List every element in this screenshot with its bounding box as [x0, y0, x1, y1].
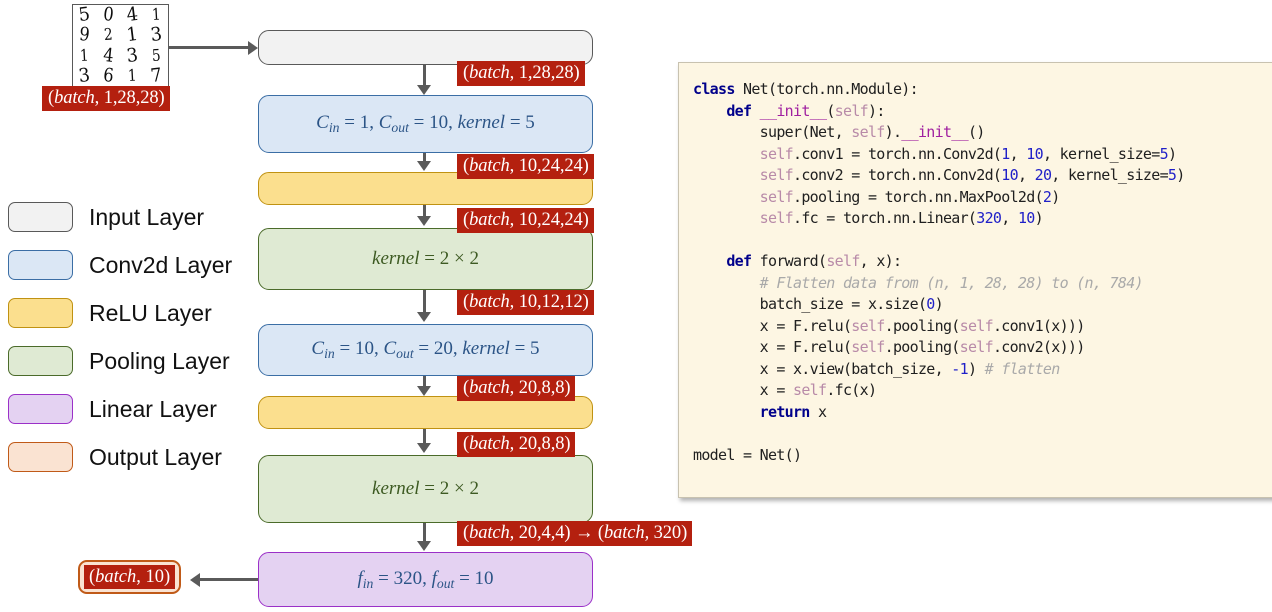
node-label: Cin = 1, Cout = 10, kernel = 5: [316, 112, 535, 135]
arrow-pool2-to-linear: [423, 523, 426, 543]
tag-shape-relu1-out: (batch, 10,24,24): [457, 208, 594, 233]
arrow-head-icon: [190, 572, 200, 587]
diagram-canvas: 5 0 4 1 9 2 1 3 1 4 3 5 3 6 1 7 (batch, …: [0, 0, 1272, 612]
arrow-head-icon: [417, 85, 431, 95]
code-panel[interactable]: class Net(torch.nn.Module): def __init__…: [678, 62, 1272, 498]
arrow-head-icon: [248, 40, 258, 55]
mnist-digit: 4: [102, 44, 115, 68]
tag-shape-flatten: (batch, 20,4,4) → (batch, 320): [457, 521, 693, 546]
legend-label: ReLU Layer: [89, 299, 212, 326]
mnist-digit-grid: 5 0 4 1 9 2 1 3 1 4 3 5 3 6 1 7: [72, 3, 169, 88]
mnist-digit: 5: [151, 46, 161, 66]
legend-label: Conv2d Layer: [89, 251, 233, 278]
mnist-digit: 2: [103, 25, 114, 45]
legend-item-input-layer: Input Layer: [8, 193, 258, 241]
tag-shape-relu2-out: (batch, 20,8,8): [457, 432, 576, 457]
legend-label: Output Layer: [89, 443, 222, 470]
arrow-mnist-to-input: [169, 46, 249, 49]
tag-shape-conv1-out: (batch, 10,24,24): [457, 154, 594, 179]
node-conv2d-1[interactable]: Cin = 1, Cout = 10, kernel = 5: [258, 95, 593, 153]
mnist-digit: 3: [77, 64, 92, 88]
node-input-layer[interactable]: [258, 30, 593, 65]
legend-swatch-linear-layer: [8, 394, 73, 424]
legend-item-conv2d-layer: Conv2d Layer: [8, 241, 258, 289]
mnist-digit: 9: [78, 23, 92, 47]
mnist-digit: 1: [151, 5, 161, 25]
legend-item-output-layer: Output Layer: [8, 433, 258, 481]
code-block[interactable]: class Net(torch.nn.Module): def __init__…: [693, 79, 1272, 466]
mnist-digit: 1: [80, 46, 90, 66]
mnist-digit: 1: [125, 23, 140, 47]
node-conv2d-2[interactable]: Cin = 10, Cout = 20, kernel = 5: [258, 324, 593, 376]
mnist-digit: 3: [125, 44, 140, 68]
legend-label: Pooling Layer: [89, 347, 230, 374]
arrow-head-icon: [417, 216, 431, 226]
legend-swatch-pooling-layer: [8, 346, 73, 376]
node-label: kernel = 2 × 2: [372, 248, 479, 269]
tag-shape-pool1-out: (batch, 10,12,12): [457, 290, 594, 315]
arrow-head-icon: [417, 161, 431, 171]
arrow-input-to-conv1: [423, 65, 426, 87]
legend-swatch-conv2d-layer: [8, 250, 73, 280]
node-label: fin = 320, fout = 10: [357, 567, 494, 591]
output-badge-label: (batch, 10): [84, 565, 176, 589]
node-pooling-2[interactable]: kernel = 2 × 2: [258, 455, 593, 523]
arrow-pool1-to-conv2: [423, 290, 426, 314]
mnist-digit: 6: [102, 64, 115, 88]
mnist-digit: 0: [102, 3, 115, 27]
arrow-head-icon: [417, 541, 431, 551]
legend-label: Input Layer: [89, 203, 205, 230]
legend-item-linear-layer: Linear Layer: [8, 385, 258, 433]
arrow-head-icon: [417, 312, 431, 322]
node-label: Cin = 10, Cout = 20, kernel = 5: [311, 338, 540, 361]
mnist-digit: 5: [77, 3, 92, 27]
mnist-digit: 3: [149, 23, 164, 47]
tag-input-shape: (batch, 1,28,28): [42, 86, 170, 111]
legend-swatch-output-layer: [8, 442, 73, 472]
legend-swatch-relu-layer: [8, 298, 73, 328]
mnist-digit: 4: [125, 3, 140, 27]
output-shape-badge: (batch, 10): [78, 560, 182, 594]
node-linear[interactable]: fin = 320, fout = 10: [258, 552, 593, 607]
legend-label: Linear Layer: [89, 395, 217, 422]
arrow-head-icon: [417, 443, 431, 453]
legend-swatch-input-layer: [8, 202, 73, 232]
mnist-digit: 1: [127, 66, 138, 86]
legend-item-pooling-layer: Pooling Layer: [8, 337, 258, 385]
mnist-digit: 7: [149, 64, 164, 88]
legend: Input Layer Conv2d Layer ReLU Layer Pool…: [8, 193, 258, 481]
legend-item-relu-layer: ReLU Layer: [8, 289, 258, 337]
tag-shape-input-out: (batch, 1,28,28): [457, 61, 585, 86]
node-pooling-1[interactable]: kernel = 2 × 2: [258, 228, 593, 290]
node-label: kernel = 2 × 2: [372, 478, 479, 499]
tag-shape-conv2-out: (batch, 20,8,8): [457, 376, 576, 401]
arrow-head-icon: [417, 386, 431, 396]
arrow-linear-to-output: [200, 578, 260, 581]
